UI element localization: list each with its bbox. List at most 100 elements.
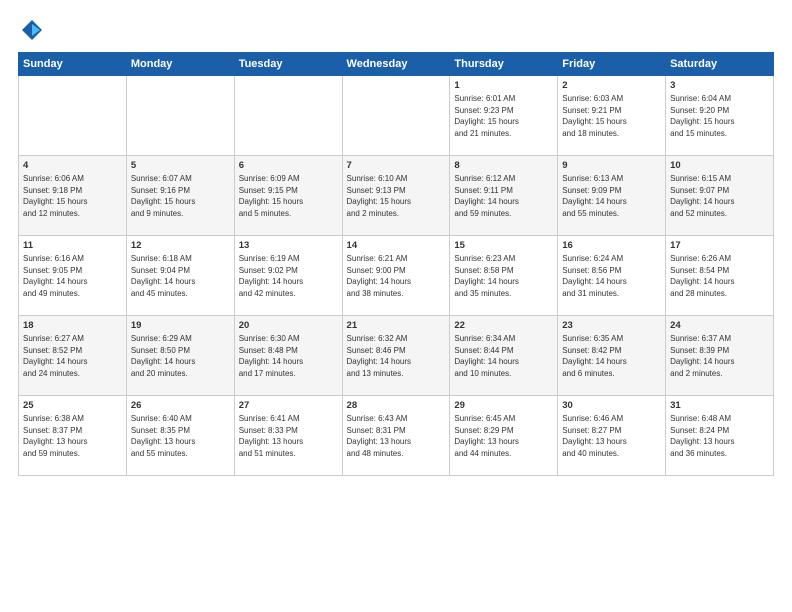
calendar-cell: 29 Sunrise: 6:45 AM Sunset: 8:29 PM Dayli… (450, 396, 558, 476)
calendar-cell: 18 Sunrise: 6:27 AM Sunset: 8:52 PM Dayli… (19, 316, 127, 396)
weekday-header-monday: Monday (126, 53, 234, 76)
calendar-cell (234, 76, 342, 156)
day-info: Sunrise: 6:09 AM Sunset: 9:15 PM Dayligh… (239, 173, 338, 219)
day-info: Sunrise: 6:35 AM Sunset: 8:42 PM Dayligh… (562, 333, 661, 379)
day-number: 17 (670, 240, 769, 251)
calendar-cell: 6 Sunrise: 6:09 AM Sunset: 9:15 PM Daylig… (234, 156, 342, 236)
day-info: Sunrise: 6:38 AM Sunset: 8:37 PM Dayligh… (23, 413, 122, 459)
day-number: 13 (239, 240, 338, 251)
day-number: 16 (562, 240, 661, 251)
day-info: Sunrise: 6:45 AM Sunset: 8:29 PM Dayligh… (454, 413, 553, 459)
calendar-week-3: 11Sunrise: 6:16 AM Sunset: 9:05 PM Dayli… (19, 236, 774, 316)
day-info: Sunrise: 6:37 AM Sunset: 8:39 PM Dayligh… (670, 333, 769, 379)
calendar-cell: 24 Sunrise: 6:37 AM Sunset: 8:39 PM Dayli… (666, 316, 774, 396)
calendar-cell: 10 Sunrise: 6:15 AM Sunset: 9:07 PM Dayli… (666, 156, 774, 236)
weekday-row: SundayMondayTuesdayWednesdayThursdayFrid… (19, 53, 774, 76)
day-info: Sunrise: 6:04 AM Sunset: 9:20 PM Dayligh… (670, 93, 769, 139)
day-number: 27 (239, 400, 338, 411)
day-info: Sunrise: 6:27 AM Sunset: 8:52 PM Dayligh… (23, 333, 122, 379)
calendar-table: SundayMondayTuesdayWednesdayThursdayFrid… (18, 52, 774, 476)
day-info: Sunrise: 6:43 AM Sunset: 8:31 PM Dayligh… (347, 413, 446, 459)
day-number: 15 (454, 240, 553, 251)
day-number: 7 (347, 160, 446, 171)
day-number: 26 (131, 400, 230, 411)
calendar-cell: 20Sunrise: 6:30 AM Sunset: 8:48 PM Dayli… (234, 316, 342, 396)
calendar-week-2: 4 Sunrise: 6:06 AM Sunset: 9:18 PM Daylig… (19, 156, 774, 236)
calendar-week-1: 1 Sunrise: 6:01 AM Sunset: 9:23 PM Daylig… (19, 76, 774, 156)
weekday-header-tuesday: Tuesday (234, 53, 342, 76)
calendar-cell: 9 Sunrise: 6:13 AM Sunset: 9:09 PM Daylig… (558, 156, 666, 236)
calendar-cell: 26 Sunrise: 6:40 AM Sunset: 8:35 PM Dayli… (126, 396, 234, 476)
calendar-cell (19, 76, 127, 156)
day-info: Sunrise: 6:01 AM Sunset: 9:23 PM Dayligh… (454, 93, 553, 139)
page: SundayMondayTuesdayWednesdayThursdayFrid… (0, 0, 792, 612)
day-number: 19 (131, 320, 230, 331)
day-number: 1 (454, 80, 553, 91)
calendar-cell: 16 Sunrise: 6:24 AM Sunset: 8:56 PM Dayli… (558, 236, 666, 316)
weekday-header-friday: Friday (558, 53, 666, 76)
day-info: Sunrise: 6:24 AM Sunset: 8:56 PM Dayligh… (562, 253, 661, 299)
day-info: Sunrise: 6:40 AM Sunset: 8:35 PM Dayligh… (131, 413, 230, 459)
day-info: Sunrise: 6:32 AM Sunset: 8:46 PM Dayligh… (347, 333, 446, 379)
day-number: 28 (347, 400, 446, 411)
day-number: 30 (562, 400, 661, 411)
calendar-week-4: 18 Sunrise: 6:27 AM Sunset: 8:52 PM Dayli… (19, 316, 774, 396)
day-info: Sunrise: 6:23 AM Sunset: 8:58 PM Dayligh… (454, 253, 553, 299)
day-info: Sunrise: 6:26 AM Sunset: 8:54 PM Dayligh… (670, 253, 769, 299)
day-number: 29 (454, 400, 553, 411)
day-info: Sunrise: 6:30 AM Sunset: 8:48 PM Dayligh… (239, 333, 338, 379)
calendar-week-5: 25 Sunrise: 6:38 AM Sunset: 8:37 PM Dayli… (19, 396, 774, 476)
calendar-cell: 4 Sunrise: 6:06 AM Sunset: 9:18 PM Daylig… (19, 156, 127, 236)
calendar-cell: 8Sunrise: 6:12 AM Sunset: 9:11 PM Daylig… (450, 156, 558, 236)
day-number: 22 (454, 320, 553, 331)
day-number: 21 (347, 320, 446, 331)
day-number: 9 (562, 160, 661, 171)
calendar-cell: 28 Sunrise: 6:43 AM Sunset: 8:31 PM Dayli… (342, 396, 450, 476)
day-info: Sunrise: 6:10 AM Sunset: 9:13 PM Dayligh… (347, 173, 446, 219)
day-info: Sunrise: 6:19 AM Sunset: 9:02 PM Dayligh… (239, 253, 338, 299)
day-number: 6 (239, 160, 338, 171)
day-number: 2 (562, 80, 661, 91)
calendar-cell (342, 76, 450, 156)
calendar-cell: 15 Sunrise: 6:23 AM Sunset: 8:58 PM Dayli… (450, 236, 558, 316)
day-info: Sunrise: 6:48 AM Sunset: 8:24 PM Dayligh… (670, 413, 769, 459)
calendar-cell: 19Sunrise: 6:29 AM Sunset: 8:50 PM Dayli… (126, 316, 234, 396)
header (18, 16, 774, 44)
calendar-cell: 13 Sunrise: 6:19 AM Sunset: 9:02 PM Dayli… (234, 236, 342, 316)
day-number: 25 (23, 400, 122, 411)
weekday-header-saturday: Saturday (666, 53, 774, 76)
day-info: Sunrise: 6:03 AM Sunset: 9:21 PM Dayligh… (562, 93, 661, 139)
day-info: Sunrise: 6:06 AM Sunset: 9:18 PM Dayligh… (23, 173, 122, 219)
logo (18, 16, 50, 44)
calendar-cell: 17 Sunrise: 6:26 AM Sunset: 8:54 PM Dayli… (666, 236, 774, 316)
day-info: Sunrise: 6:07 AM Sunset: 9:16 PM Dayligh… (131, 173, 230, 219)
calendar-cell: 25 Sunrise: 6:38 AM Sunset: 8:37 PM Dayli… (19, 396, 127, 476)
day-info: Sunrise: 6:15 AM Sunset: 9:07 PM Dayligh… (670, 173, 769, 219)
day-info: Sunrise: 6:21 AM Sunset: 9:00 PM Dayligh… (347, 253, 446, 299)
day-info: Sunrise: 6:41 AM Sunset: 8:33 PM Dayligh… (239, 413, 338, 459)
calendar-cell: 30Sunrise: 6:46 AM Sunset: 8:27 PM Dayli… (558, 396, 666, 476)
calendar-cell: 22 Sunrise: 6:34 AM Sunset: 8:44 PM Dayli… (450, 316, 558, 396)
calendar-cell: 2 Sunrise: 6:03 AM Sunset: 9:21 PM Daylig… (558, 76, 666, 156)
day-number: 31 (670, 400, 769, 411)
day-number: 3 (670, 80, 769, 91)
calendar-cell (126, 76, 234, 156)
calendar-cell: 7 Sunrise: 6:10 AM Sunset: 9:13 PM Daylig… (342, 156, 450, 236)
day-number: 10 (670, 160, 769, 171)
day-number: 11 (23, 240, 122, 251)
calendar-header: SundayMondayTuesdayWednesdayThursdayFrid… (19, 53, 774, 76)
weekday-header-thursday: Thursday (450, 53, 558, 76)
day-number: 4 (23, 160, 122, 171)
day-number: 18 (23, 320, 122, 331)
day-number: 24 (670, 320, 769, 331)
logo-icon (18, 16, 46, 44)
day-number: 23 (562, 320, 661, 331)
day-number: 8 (454, 160, 553, 171)
day-info: Sunrise: 6:34 AM Sunset: 8:44 PM Dayligh… (454, 333, 553, 379)
day-info: Sunrise: 6:13 AM Sunset: 9:09 PM Dayligh… (562, 173, 661, 219)
calendar-cell: 21 Sunrise: 6:32 AM Sunset: 8:46 PM Dayli… (342, 316, 450, 396)
calendar-cell: 1 Sunrise: 6:01 AM Sunset: 9:23 PM Daylig… (450, 76, 558, 156)
weekday-header-wednesday: Wednesday (342, 53, 450, 76)
calendar-cell: 27 Sunrise: 6:41 AM Sunset: 8:33 PM Dayli… (234, 396, 342, 476)
calendar-body: 1 Sunrise: 6:01 AM Sunset: 9:23 PM Daylig… (19, 76, 774, 476)
